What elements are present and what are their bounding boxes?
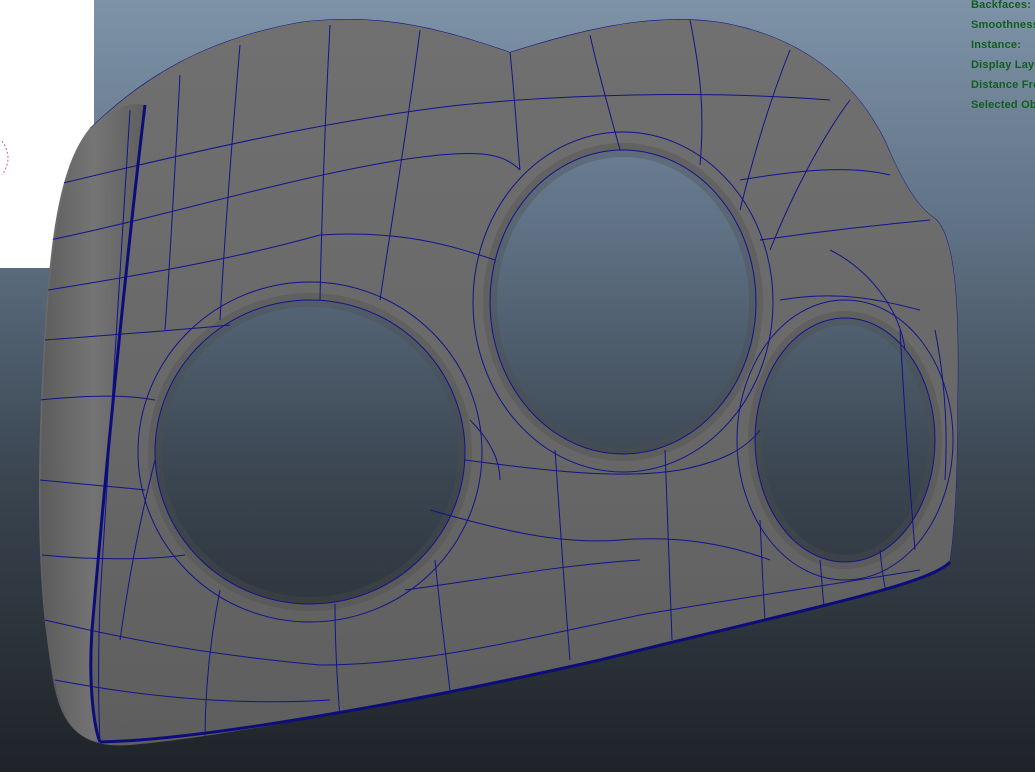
hud-selected-objects-label: Selected Objects:	[971, 99, 1035, 111]
hud-distance-label: Distance From Camera:	[971, 79, 1035, 91]
hole-middle-bevel	[483, 143, 763, 461]
3d-viewport[interactable]: Backfaces: Smoothness: Instance: Display…	[0, 0, 1035, 772]
hud-instance-label: Instance:	[971, 39, 1022, 51]
hud-smoothness-label: Smoothness:	[971, 19, 1035, 31]
hole-right-bevel	[748, 311, 942, 569]
hud-display-layer-label: Display Layer:	[971, 59, 1035, 71]
hole-left-bevel	[148, 293, 472, 611]
polygon-mesh[interactable]	[0, 0, 1035, 772]
hud-backfaces-label: Backfaces:	[971, 0, 1032, 11]
heads-up-display: Backfaces: Smoothness: Instance: Display…	[971, 0, 1035, 115]
